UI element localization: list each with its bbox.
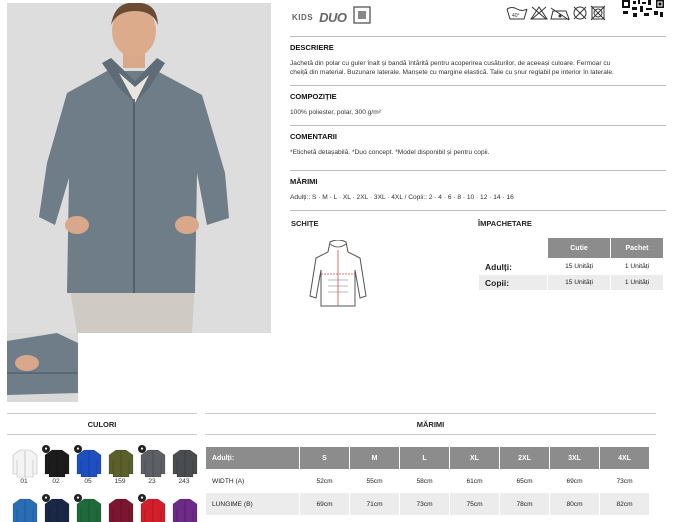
color-code: 05 bbox=[84, 478, 92, 485]
size-cell: 65cm bbox=[516, 477, 533, 485]
kids-available-icon: ● bbox=[74, 445, 82, 453]
composition-title: COMPOZIȚIE bbox=[290, 92, 337, 101]
packing-cell: 1 Unități bbox=[624, 263, 650, 270]
size-table-header-label: Adulți: bbox=[206, 447, 299, 469]
composition-section: COMPOZIȚIE 100% poliester, polar, 300 g/… bbox=[290, 85, 666, 117]
size-table-title: MĂRIMI bbox=[205, 413, 656, 435]
duo-badge: DUO bbox=[319, 10, 347, 25]
size-row-label: WIDTH (A) bbox=[212, 477, 245, 485]
size-cell: 52cm bbox=[316, 477, 333, 485]
size-table: Adulți: S M L XL 2XL 3XL 4XL WIDTH (A) 5… bbox=[205, 446, 650, 516]
kids-available-icon: ● bbox=[42, 494, 50, 502]
comments-title: COMENTARII bbox=[290, 132, 337, 141]
color-code: 243 bbox=[178, 478, 190, 485]
color-code: 23 bbox=[148, 478, 156, 485]
description-text: Jachetă din polar cu guler înalt și band… bbox=[290, 59, 666, 77]
color-swatch[interactable] bbox=[172, 497, 198, 522]
comments-section: COMENTARII *Etichetă detașabilă. *Duo co… bbox=[290, 125, 666, 157]
product-badges: KIDS DUO bbox=[292, 6, 371, 29]
packing-cell: 15 Unități bbox=[548, 275, 610, 290]
size-row-label: LUNGIME (B) bbox=[206, 493, 299, 515]
sizes-info-text: Adulți:: S · M · L · XL · 2XL · 3XL · 4X… bbox=[290, 194, 514, 201]
color-swatch[interactable] bbox=[172, 448, 198, 478]
description-line-1: Jachetă din polar cu guler înalt și band… bbox=[290, 60, 611, 67]
wash-temp-label: 40° bbox=[512, 13, 520, 19]
sketches-title: SCHIȚE bbox=[291, 219, 319, 228]
description-line-2: cheiță din material. Buzunare laterale. … bbox=[290, 69, 614, 76]
color-swatch[interactable] bbox=[12, 497, 38, 522]
description-title: DESCRIERE bbox=[290, 43, 334, 52]
sizes-info-section: MĂRIMI Adulți:: S · M · L · XL · 2XL · 3… bbox=[290, 170, 666, 202]
size-column-header: S bbox=[300, 447, 349, 469]
kids-available-icon: ● bbox=[138, 494, 146, 502]
size-cell: 58cm bbox=[416, 477, 433, 485]
packing-header-pachet: Pachet bbox=[611, 238, 663, 258]
qr-code[interactable] bbox=[621, 0, 665, 18]
kids-available-icon: ● bbox=[138, 445, 146, 453]
no-bleach-icon bbox=[530, 6, 548, 20]
product-photo bbox=[7, 3, 271, 333]
packing-table: Cutie Pachet Adulți: 15 Unități 1 Unităț… bbox=[478, 237, 664, 291]
size-cell: 73cm bbox=[616, 477, 633, 485]
jacket-sketch-icon[interactable] bbox=[308, 239, 368, 313]
no-dry-clean-icon bbox=[573, 6, 587, 20]
table-row: Copii: 15 Unități 1 Unități bbox=[479, 275, 663, 290]
packing-row-label: Copii: bbox=[479, 275, 547, 290]
care-symbols: 40° bbox=[506, 5, 612, 26]
kids-badge: KIDS bbox=[292, 13, 314, 22]
table-row: LUNGIME (B) 69cm 71cm 73cm 75cm 78cm 80c… bbox=[206, 493, 649, 515]
label-icon bbox=[352, 6, 371, 29]
description-section: DESCRIERE Jachetă din polar cu guler îna… bbox=[290, 36, 666, 77]
comments-text: *Etichetă detașabilă. *Duo concept. *Mod… bbox=[290, 149, 490, 156]
color-swatch[interactable] bbox=[108, 448, 134, 478]
table-row: WIDTH (A) 52cm 55cm 58cm 61cm 65cm 69cm … bbox=[206, 470, 649, 492]
composition-text: 100% poliester, polar, 300 g/m² bbox=[290, 109, 381, 116]
sizes-info-title: MĂRIMI bbox=[290, 177, 318, 186]
table-row: Adulți: 15 Unități 1 Unități bbox=[479, 259, 663, 274]
size-cell: 69cm bbox=[566, 477, 583, 485]
size-column-header: 3XL bbox=[550, 447, 599, 469]
divider bbox=[290, 210, 666, 211]
size-cell: 61cm bbox=[466, 477, 483, 485]
product-thumbnail[interactable] bbox=[7, 333, 78, 402]
packing-title: ÎMPACHETARE bbox=[478, 219, 532, 228]
kids-available-icon: ● bbox=[74, 494, 82, 502]
color-code: 01 bbox=[20, 478, 28, 485]
size-column-header: M bbox=[350, 447, 399, 469]
size-column-header: 2XL bbox=[500, 447, 549, 469]
size-cell: 73cm bbox=[400, 493, 449, 515]
kids-available-icon: ● bbox=[42, 445, 50, 453]
color-code: 159 bbox=[114, 478, 126, 485]
packing-cell: 1 Unități bbox=[611, 275, 663, 290]
iron-low-icon bbox=[550, 7, 570, 21]
size-column-header: L bbox=[400, 447, 449, 469]
size-column-header: XL bbox=[450, 447, 499, 469]
packing-header-cutie: Cutie bbox=[548, 238, 610, 258]
packing-cell: 15 Unități bbox=[565, 263, 593, 270]
colors-title: CULORI bbox=[7, 413, 197, 435]
size-cell: 55cm bbox=[366, 477, 383, 485]
size-cell: 71cm bbox=[350, 493, 399, 515]
size-cell: 78cm bbox=[500, 493, 549, 515]
size-column-header: 4XL bbox=[600, 447, 649, 469]
size-cell: 69cm bbox=[300, 493, 349, 515]
color-code: 02 bbox=[52, 478, 60, 485]
packing-row-label: Adulți: bbox=[485, 261, 512, 272]
size-cell: 80cm bbox=[550, 493, 599, 515]
size-cell: 75cm bbox=[450, 493, 499, 515]
color-swatch[interactable] bbox=[12, 448, 38, 478]
color-swatch[interactable] bbox=[108, 497, 134, 522]
no-tumble-dry-icon bbox=[590, 5, 606, 21]
size-cell: 82cm bbox=[600, 493, 649, 515]
